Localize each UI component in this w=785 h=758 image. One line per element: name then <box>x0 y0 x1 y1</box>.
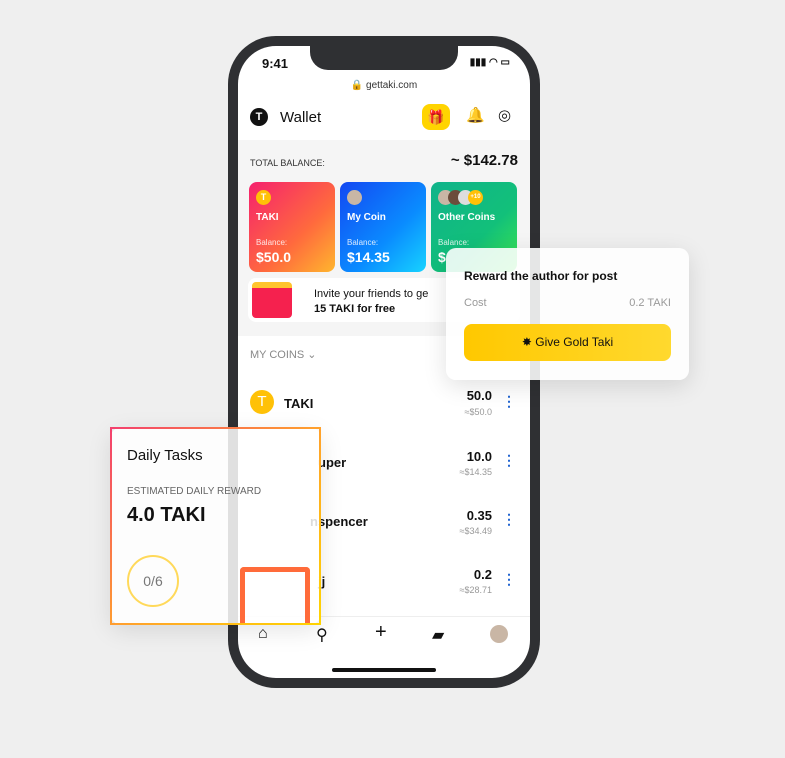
reward-label: ESTIMATED DAILY REWARD <box>127 486 262 497</box>
home-icon[interactable]: ⌂ <box>258 625 268 643</box>
signal-wifi-battery-icon: ▮▮▮ ◠ ▭ <box>469 57 510 68</box>
card-my-coin[interactable]: My Coin Balance: $14.35 <box>340 182 426 272</box>
bell-icon[interactable]: 🔔 <box>466 106 485 124</box>
reward-value: 4.0 TAKI <box>127 504 206 526</box>
status-time: 9:41 <box>262 56 289 71</box>
notch <box>310 46 458 70</box>
coin-amount: 0.2 <box>473 567 492 582</box>
coin-usd: ≈$28.71 <box>459 585 492 595</box>
give-gold-taki-button[interactable]: ✸ Give Gold Taki <box>464 324 671 361</box>
card-balance-label: Balance: <box>438 238 470 247</box>
coin-amount: 10.0 <box>466 449 492 464</box>
page-title: Wallet <box>280 109 322 126</box>
chevron-down-icon: ⌄ <box>307 349 317 361</box>
more-icon[interactable]: ⋮ <box>502 511 516 528</box>
card-balance: $14.35 <box>347 249 390 265</box>
home-indicator <box>332 668 436 672</box>
profile-avatar[interactable] <box>490 625 508 643</box>
card-name: Other Coins <box>438 212 496 223</box>
total-balance-label: TOTAL BALANCE: <box>250 158 325 168</box>
coin-amount: 0.35 <box>466 508 492 523</box>
coin-icon[interactable]: ◎ <box>498 106 511 124</box>
avatar-stack: +10 <box>438 190 510 205</box>
search-icon[interactable]: ⚲ <box>316 625 328 645</box>
logo: T <box>250 108 268 126</box>
daily-tasks-card[interactable]: Daily Tasks ESTIMATED DAILY REWARD 4.0 T… <box>110 427 321 625</box>
cost-label: Cost <box>464 297 487 309</box>
card-balance: $50.0 <box>256 249 292 265</box>
star-icon: ✸ <box>521 335 532 349</box>
invite-text: Invite your friends to ge <box>314 288 429 300</box>
cost-value: 0.2 TAKI <box>629 297 671 309</box>
card-name: My Coin <box>347 212 386 223</box>
coin-amount: 50.0 <box>466 388 492 403</box>
url-text: gettaki.com <box>366 80 418 91</box>
more-icon[interactable]: ⋮ <box>502 452 516 469</box>
total-balance-value: ~ $142.78 <box>450 152 518 169</box>
coin-name: uper <box>318 455 347 470</box>
gift-icon <box>252 282 292 318</box>
card-name: TAKI <box>256 212 279 223</box>
taki-coin-icon: T <box>250 390 274 414</box>
gift-icon <box>240 567 310 623</box>
reward-popup: Reward the author for post Cost 0.2 TAKI… <box>446 248 689 380</box>
reward-title: Reward the author for post <box>464 269 618 283</box>
avatar <box>347 190 362 205</box>
more-icon[interactable]: ⋮ <box>502 571 516 588</box>
plus-icon[interactable]: + <box>375 621 387 644</box>
card-taki[interactable]: T TAKI Balance: $50.0 <box>249 182 335 272</box>
coin-name: TAKI <box>284 396 314 411</box>
gift-icon[interactable]: 🎁 <box>422 104 450 130</box>
card-balance-label: Balance: <box>347 238 379 247</box>
coin-usd: ≈$14.35 <box>459 467 492 477</box>
progress-ring: 0/6 <box>127 555 179 607</box>
daily-title: Daily Tasks <box>127 447 203 464</box>
more-badge: +10 <box>468 190 483 205</box>
coin-usd: ≈$34.49 <box>459 526 492 536</box>
more-icon[interactable]: ⋮ <box>502 393 516 410</box>
url-bar[interactable]: 🔒 gettaki.com <box>238 80 530 91</box>
my-coins-label: MY COINS <box>250 349 305 361</box>
card-balance: $ <box>438 249 446 265</box>
wallet-icon[interactable]: ▰ <box>432 625 444 645</box>
coin-usd: ≈$50.0 <box>464 407 492 417</box>
card-balance-label: Balance: <box>256 238 288 247</box>
button-label: Give Gold Taki <box>535 335 614 349</box>
my-coins-dropdown[interactable]: MY COINS ⌄ <box>250 348 316 361</box>
taki-coin-icon: T <box>256 190 271 205</box>
invite-reward: 15 TAKI for free <box>314 303 396 315</box>
